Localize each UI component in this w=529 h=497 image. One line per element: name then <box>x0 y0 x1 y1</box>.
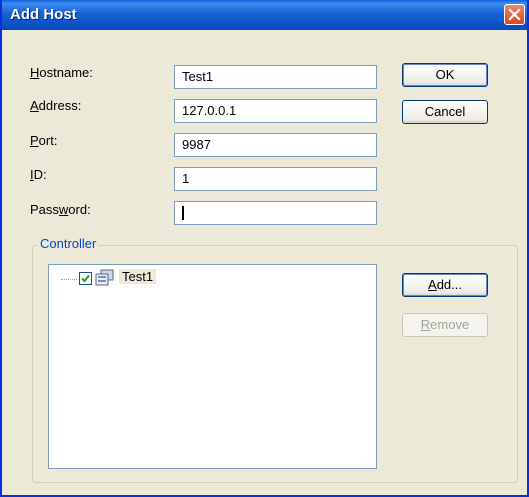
close-button[interactable] <box>504 4 525 25</box>
close-icon <box>508 8 521 21</box>
checkmark-icon <box>81 274 90 283</box>
host-icon <box>95 269 115 290</box>
title-bar[interactable]: Add Host <box>2 0 527 30</box>
port-label: Port: <box>30 133 58 148</box>
controller-group-label: Controller <box>38 236 99 251</box>
id-field[interactable]: 1 <box>174 167 377 191</box>
controller-item-checkbox[interactable] <box>79 272 92 285</box>
address-label: Address: <box>30 98 82 113</box>
controller-tree[interactable]: Test1 <box>48 264 377 469</box>
address-field[interactable]: 127.0.0.1 <box>174 99 377 123</box>
remove-button[interactable]: Remove <box>402 313 488 337</box>
password-field[interactable] <box>174 201 377 225</box>
tree-connector-line <box>61 279 77 280</box>
text-caret <box>182 206 184 220</box>
password-label: Password: <box>30 202 91 217</box>
hostname-field[interactable]: Test1 <box>174 65 377 89</box>
hostname-label: Hostname: <box>30 65 93 80</box>
cancel-button[interactable]: Cancel <box>402 100 488 124</box>
id-label: ID: <box>30 167 47 182</box>
add-host-dialog: Add Host Hostname: Address: Port: ID: Pa… <box>0 0 529 497</box>
controller-item-label[interactable]: Test1 <box>119 269 157 284</box>
port-field[interactable]: 9987 <box>174 133 377 157</box>
add-button[interactable]: Add... <box>402 273 488 297</box>
window-title: Add Host <box>10 6 77 23</box>
ok-button[interactable]: OK <box>402 63 488 87</box>
